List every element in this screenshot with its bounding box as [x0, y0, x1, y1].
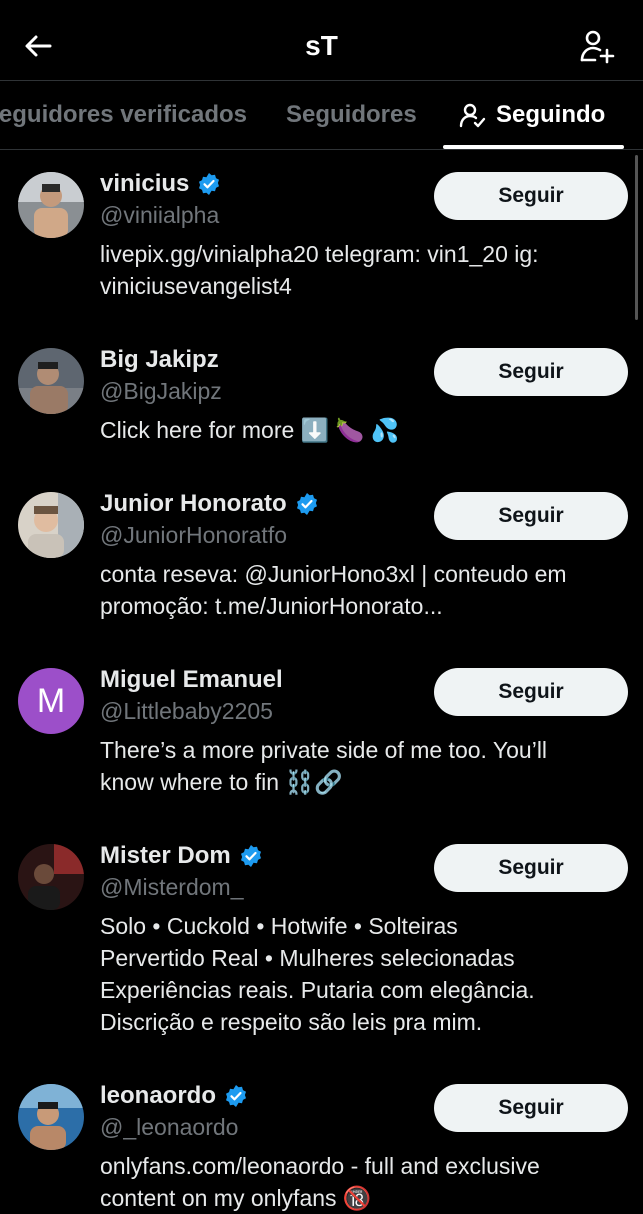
avatar[interactable]: M	[18, 668, 84, 734]
person-icon	[459, 103, 486, 128]
scrollbar[interactable]	[635, 155, 638, 320]
verified-badge-icon	[240, 845, 261, 867]
page-title: sT	[305, 30, 338, 61]
tab-following-label: Seguindo	[496, 101, 606, 128]
tab-following[interactable]: Seguindo	[458, 101, 605, 129]
user-handle: @_leonaordo	[100, 1114, 239, 1140]
tab-verified-followers[interactable]: Seguidores verificados	[0, 101, 247, 129]
follow-button[interactable]: Seguir	[434, 668, 628, 716]
user-handle: @JuniorHonoratfo	[100, 522, 287, 548]
user-name[interactable]: vinicius	[100, 170, 189, 198]
follow-button[interactable]: Seguir	[434, 844, 628, 892]
user-bio: Click here for more ⬇️ 🍆 💦	[100, 417, 400, 443]
user-bio: conta reseva: @JuniorHono3xl | conteudo …	[100, 561, 567, 619]
avatar[interactable]	[18, 844, 84, 910]
follow-button[interactable]: Seguir	[434, 492, 628, 540]
user-handle: @BigJakipz	[100, 378, 222, 404]
user-name[interactable]: Mister Dom	[100, 842, 231, 870]
verified-badge-icon	[296, 493, 317, 515]
tab-followers[interactable]: Seguidores	[286, 101, 417, 129]
user-name[interactable]: Miguel Emanuel	[100, 666, 283, 694]
avatar-letter: M	[18, 668, 84, 734]
avatar[interactable]	[18, 492, 84, 558]
tab-bar: Seguidores verificados Seguidores Seguin…	[0, 80, 643, 150]
user-handle: @Littlebaby2205	[100, 698, 273, 724]
user-name[interactable]: leonaordo	[100, 1082, 216, 1110]
avatar[interactable]	[18, 172, 84, 238]
user-name[interactable]: Junior Honorato	[100, 490, 287, 518]
verified-badge-icon	[226, 1085, 247, 1107]
user-bio: Solo • Cuckold • Hotwife • Solteiras Per…	[100, 913, 535, 1035]
follow-button[interactable]: Seguir	[434, 348, 628, 396]
top-app-bar: sT	[0, 0, 643, 80]
user-bio: onlyfans.com/leonaordo - full and exclus…	[100, 1153, 540, 1211]
add-user-icon[interactable]	[577, 26, 617, 66]
user-bio: There’s a more private side of me too. Y…	[100, 737, 548, 795]
user-handle: @Misterdom_	[100, 874, 244, 900]
user-handle: @viniialpha	[100, 202, 220, 228]
follow-button[interactable]: Seguir	[434, 172, 628, 220]
avatar[interactable]	[18, 1084, 84, 1150]
verified-badge-icon	[199, 173, 220, 195]
user-bio: livepix.gg/vinialpha20 telegram: vin1_20…	[100, 241, 539, 299]
active-tab-indicator	[443, 145, 624, 149]
user-name[interactable]: Big Jakipz	[100, 346, 219, 374]
follow-button[interactable]: Seguir	[434, 1084, 628, 1132]
avatar[interactable]	[18, 348, 84, 414]
